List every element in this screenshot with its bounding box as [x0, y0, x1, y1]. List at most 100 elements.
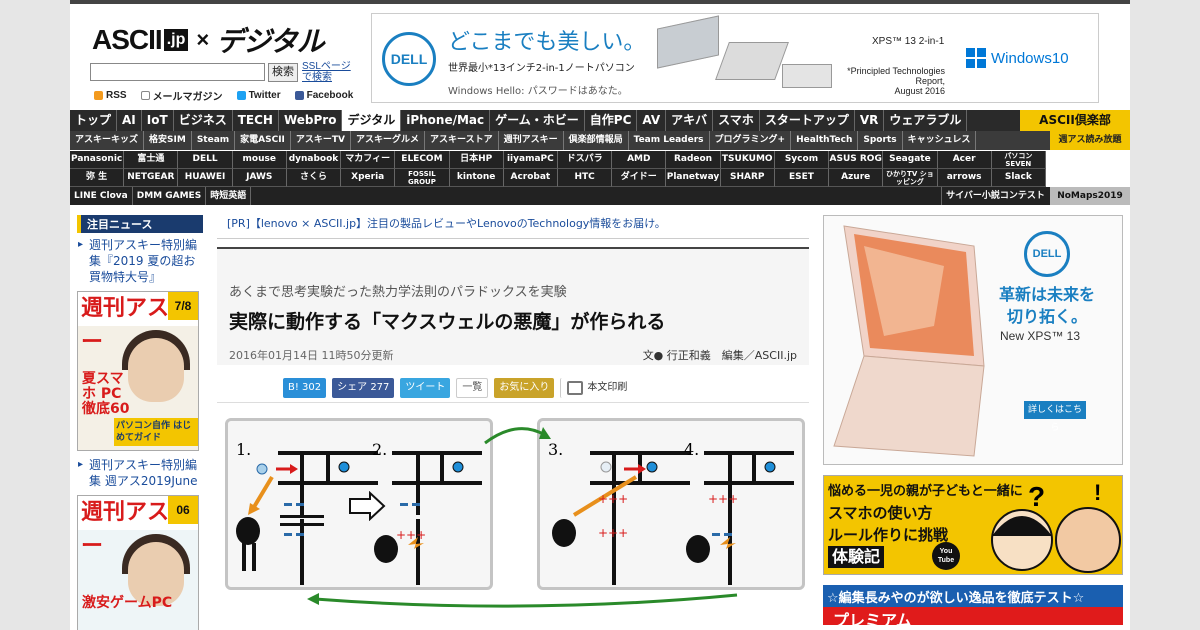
ad2-line3: 体験記 [828, 546, 885, 568]
nav-item[interactable]: スタートアップ [760, 110, 855, 131]
search-input[interactable] [90, 63, 265, 81]
mail-link[interactable]: メールマガジン [140, 88, 223, 103]
subnav-item[interactable]: 倶楽部情報局 [564, 131, 629, 150]
nav-item[interactable]: AV [637, 110, 667, 131]
brand-link[interactable]: SHARP [720, 169, 775, 187]
brand-link[interactable]: JAWS [232, 169, 287, 187]
extra-nav-item[interactable]: 時短英語 [206, 187, 252, 205]
subnav-item[interactable]: アスキーTV [291, 131, 352, 150]
brand-link[interactable]: Xperia [341, 169, 396, 187]
extra-nav-item[interactable]: LINE Clova [70, 187, 133, 205]
magazine-cover-1[interactable]: 週刊アスキー 7/8 夏スマホ PC 徹底60 パソコン自作 はじめてガイド [77, 291, 199, 451]
nav-item[interactable]: トップ [70, 110, 118, 131]
brand-link[interactable]: Sycom [774, 151, 830, 169]
tweet-list-button[interactable]: 一覧 [456, 377, 489, 398]
favorite-button[interactable]: お気に入り [494, 377, 555, 398]
subnav-item[interactable]: アスキーグルメ [351, 131, 426, 150]
brand-link[interactable]: パソコン SEVEN [991, 151, 1046, 169]
brand-link[interactable]: mouse [232, 151, 287, 169]
nav-item[interactable]: VR [855, 110, 885, 131]
brand-link[interactable]: NETGEAR [124, 169, 179, 187]
ssl-search-link[interactable]: SSLページ で検索 [302, 61, 351, 83]
subnav-item[interactable]: キャッシュレス [903, 131, 977, 150]
subnav-item[interactable]: Sports [858, 131, 903, 150]
nav-item[interactable]: スマホ [713, 110, 760, 131]
brand-link[interactable]: Azure [829, 169, 884, 187]
nav-item[interactable]: TECH [233, 110, 279, 131]
subnav-item[interactable]: Team Leaders [629, 131, 710, 150]
brand-link[interactable]: arrows [937, 169, 992, 187]
brand-link[interactable]: ASUS ROG [829, 151, 884, 169]
brand-link[interactable]: ELECOM [395, 151, 450, 169]
mail-icon [140, 91, 150, 100]
facebook-share-button[interactable]: シェア 277 [332, 377, 395, 398]
nav-item[interactable]: ウェアラブル [884, 110, 968, 131]
brand-link[interactable]: 弥 生 [70, 169, 125, 187]
ad-detail-button[interactable]: 詳しくはこちら [1024, 401, 1086, 433]
brand-link[interactable]: ドスパラ [557, 151, 613, 169]
premium-test-ad[interactable]: ☆編集長みやのが欲しい逸品を徹底テスト☆ プレミアム [823, 585, 1123, 625]
nav-item[interactable]: AI [117, 110, 142, 131]
brand-link[interactable]: TSUKUMO [720, 151, 775, 169]
nav-item[interactable]: iPhone/Mac [401, 110, 491, 131]
dell-banner-ad[interactable]: DELL どこまでも美しい。 世界最小*13インチ2-in-1ノートパソコン W… [371, 13, 1099, 103]
tweet-button[interactable]: ツイート [400, 377, 451, 398]
pr-link[interactable]: [PR]【lenovo × ASCII.jp】注目の製品レビューやLenovoの… [217, 215, 809, 239]
brand-link[interactable]: ESET [774, 169, 830, 187]
brand-link[interactable]: さくら [286, 169, 342, 187]
subnav-item[interactable]: 家電ASCII [235, 131, 291, 150]
nav-item[interactable]: ビジネス [174, 110, 233, 131]
cyber-contest-link[interactable]: サイバー小説コンテスト [941, 187, 1049, 205]
nav-item[interactable]: ゲーム・ホビー [490, 110, 585, 131]
weekly-ascii-link[interactable]: 週アス読み放題 [1050, 131, 1130, 150]
brand-link[interactable]: Acrobat [503, 169, 558, 187]
brand-link[interactable]: HUAWEI [178, 169, 233, 187]
brand-link[interactable]: Radeon [666, 151, 721, 169]
nav-item[interactable]: アキバ [666, 110, 714, 131]
facebook-link[interactable]: Facebook [294, 88, 353, 103]
nav-item[interactable]: デジタル [342, 110, 402, 131]
magazine-cover-2[interactable]: 週刊アスキー 06 激安ゲームPC [77, 495, 199, 630]
extra-nav-item[interactable]: DMM GAMES [133, 187, 207, 205]
brand-link[interactable]: kintone [449, 169, 504, 187]
subnav-item[interactable]: Steam [192, 131, 236, 150]
twitter-link[interactable]: Twitter [236, 88, 281, 103]
rss-link[interactable]: RSS [94, 88, 127, 103]
brand-link[interactable]: iiyamaPC [503, 151, 558, 169]
sidebar-news-item-2[interactable]: 週刊アスキー特別編集 週アス2019June [77, 453, 203, 493]
brand-link[interactable]: Seagate [883, 151, 938, 169]
subnav-item[interactable]: HealthTech [791, 131, 859, 150]
brand-link[interactable]: Acer [937, 151, 992, 169]
sidebar: 注目ニュース 週刊アスキー特別編集『2019 夏の超お買物特大号』 週刊アスキー… [77, 215, 203, 630]
brand-link[interactable]: AMD [612, 151, 667, 169]
brand-link[interactable]: Panasonic [70, 151, 125, 169]
brand-link[interactable]: マカフィー [341, 151, 396, 169]
nav-item[interactable]: IoT [142, 110, 174, 131]
brand-link[interactable]: dynabook [286, 151, 342, 169]
brand-link[interactable]: FOSSIL GROUP [395, 169, 450, 187]
brand-link[interactable]: ひかりTV ショッピング [883, 169, 938, 187]
hatena-bookmark-button[interactable]: B! 302 [283, 377, 327, 398]
brand-link[interactable]: HTC [557, 169, 613, 187]
brand-link[interactable]: Planetway [666, 169, 721, 187]
site-logo[interactable]: ASCII .jp × デジタル [92, 20, 325, 60]
sidebar-news-item-1[interactable]: 週刊アスキー特別編集『2019 夏の超お買物特大号』 [77, 233, 203, 289]
nav-item[interactable]: 自作PC [585, 110, 638, 131]
brand-link[interactable]: ダイドー [612, 169, 667, 187]
search-button[interactable]: 検索 [268, 63, 298, 82]
smartphone-rules-ad[interactable]: 悩める一児の親が子どもと一緒に スマホの使い方 ルール作りに挑戦 体験記 You … [823, 475, 1123, 575]
dell-xps-ad[interactable]: DELL 革新は未来を切り拓く。 New XPS™ 13 詳しくはこちら [823, 215, 1123, 465]
nomaps-link[interactable]: NoMaps2019 [1050, 187, 1130, 205]
subnav-item[interactable]: 週刊アスキー [499, 131, 564, 150]
ascii-club-link[interactable]: ASCII倶楽部 [1020, 110, 1130, 131]
subnav-item[interactable]: 格安SIM [144, 131, 192, 150]
brand-link[interactable]: DELL [178, 151, 233, 169]
brand-link[interactable]: 日本HP [449, 151, 504, 169]
nav-item[interactable]: WebPro [279, 110, 343, 131]
brand-link[interactable]: Slack [991, 169, 1046, 187]
brand-link[interactable]: 富士通 [124, 151, 179, 169]
subnav-item[interactable]: アスキーストア [425, 131, 499, 150]
subnav-item[interactable]: プログラミング+ [710, 131, 792, 150]
subnav-item[interactable]: アスキーキッズ [70, 131, 145, 150]
print-button[interactable]: 本文印刷 [560, 377, 633, 398]
